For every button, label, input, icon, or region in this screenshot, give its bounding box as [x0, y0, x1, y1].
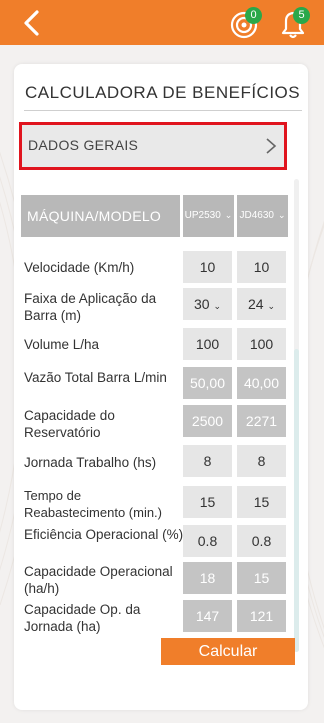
chevron-right-icon — [266, 138, 277, 154]
volume-b-input[interactable]: 100 — [237, 328, 286, 360]
calculate-button[interactable]: Calcular — [161, 638, 295, 665]
op-capacity-b-value: 15 — [237, 562, 286, 594]
row-label: Capacidade Operacional (ha/h) — [24, 564, 173, 596]
tank-capacity-b-value: 2271 — [237, 405, 286, 437]
row-label: Vazão Total Barra L/min — [24, 370, 167, 385]
chevron-down-icon: ⌄ — [267, 301, 276, 311]
flow-a-value: 50,00 — [183, 367, 232, 399]
refill-time-b-input[interactable]: 15 — [237, 486, 286, 518]
chevron-down-icon: ⌄ — [224, 210, 233, 220]
general-data-section-button[interactable]: DADOS GERAIS — [19, 122, 287, 170]
section-label: DADOS GERAIS — [28, 137, 139, 153]
row-label: Tempo de Reabastecimento (min.) — [24, 488, 162, 520]
row-label: Capacidade Op. da Jornada (ha) — [24, 602, 141, 634]
row-label: Capacidade do Reservatório — [24, 408, 115, 440]
scrollbar-thumb[interactable] — [294, 349, 299, 652]
efficiency-b-input[interactable]: 0.8 — [237, 525, 286, 557]
row-label: Jornada Trabalho (hs) — [24, 455, 157, 470]
workday-capacity-b-value: 121 — [237, 600, 286, 632]
workday-capacity-a-value: 147 — [183, 600, 232, 632]
row-label: Velocidade (Km/h) — [24, 260, 135, 275]
row-label: Volume L/ha — [24, 337, 100, 352]
back-button[interactable] — [18, 6, 48, 40]
row-label: Faixa de Aplicação da Barra (m) — [24, 291, 157, 323]
speed-a-input[interactable]: 10 — [183, 251, 232, 283]
boom-width-a-select[interactable]: 30 ⌄ — [183, 288, 232, 320]
notification-badge: 5 — [293, 7, 310, 24]
target-notifications-button[interactable]: 0 — [228, 5, 262, 41]
page-title: CALCULADORA DE BENEFÍCIOS — [25, 83, 301, 102]
flow-b-value: 40,00 — [237, 367, 286, 399]
title-divider — [24, 110, 302, 111]
chevron-left-icon — [24, 10, 39, 36]
boom-width-b-select[interactable]: 24 ⌄ — [237, 288, 286, 320]
bell-notifications-button[interactable]: 5 — [276, 5, 310, 41]
row-label: Eficiência Operacional (%) — [24, 527, 184, 542]
chevron-down-icon: ⌄ — [213, 301, 222, 311]
refill-time-a-input[interactable]: 15 — [183, 486, 232, 518]
op-capacity-a-value: 18 — [183, 562, 232, 594]
chevron-down-icon: ⌄ — [277, 210, 286, 220]
machine-model-header: MÁQUINA/MODELO — [21, 195, 180, 237]
workday-a-input[interactable]: 8 — [183, 445, 232, 477]
efficiency-a-input[interactable]: 0.8 — [183, 525, 232, 557]
model-a-select[interactable]: UP2530 ⌄ — [183, 195, 234, 237]
workday-b-input[interactable]: 8 — [237, 445, 286, 477]
top-app-bar: 0 5 — [0, 0, 324, 45]
calculator-card: CALCULADORA DE BENEFÍCIOS DADOS GERAIS M… — [14, 64, 308, 710]
model-b-select[interactable]: JD4630 ⌄ — [237, 195, 288, 237]
speed-b-input[interactable]: 10 — [237, 251, 286, 283]
notification-badge: 0 — [245, 7, 262, 24]
tank-capacity-a-value: 2500 — [183, 405, 232, 437]
volume-a-input[interactable]: 100 — [183, 328, 232, 360]
